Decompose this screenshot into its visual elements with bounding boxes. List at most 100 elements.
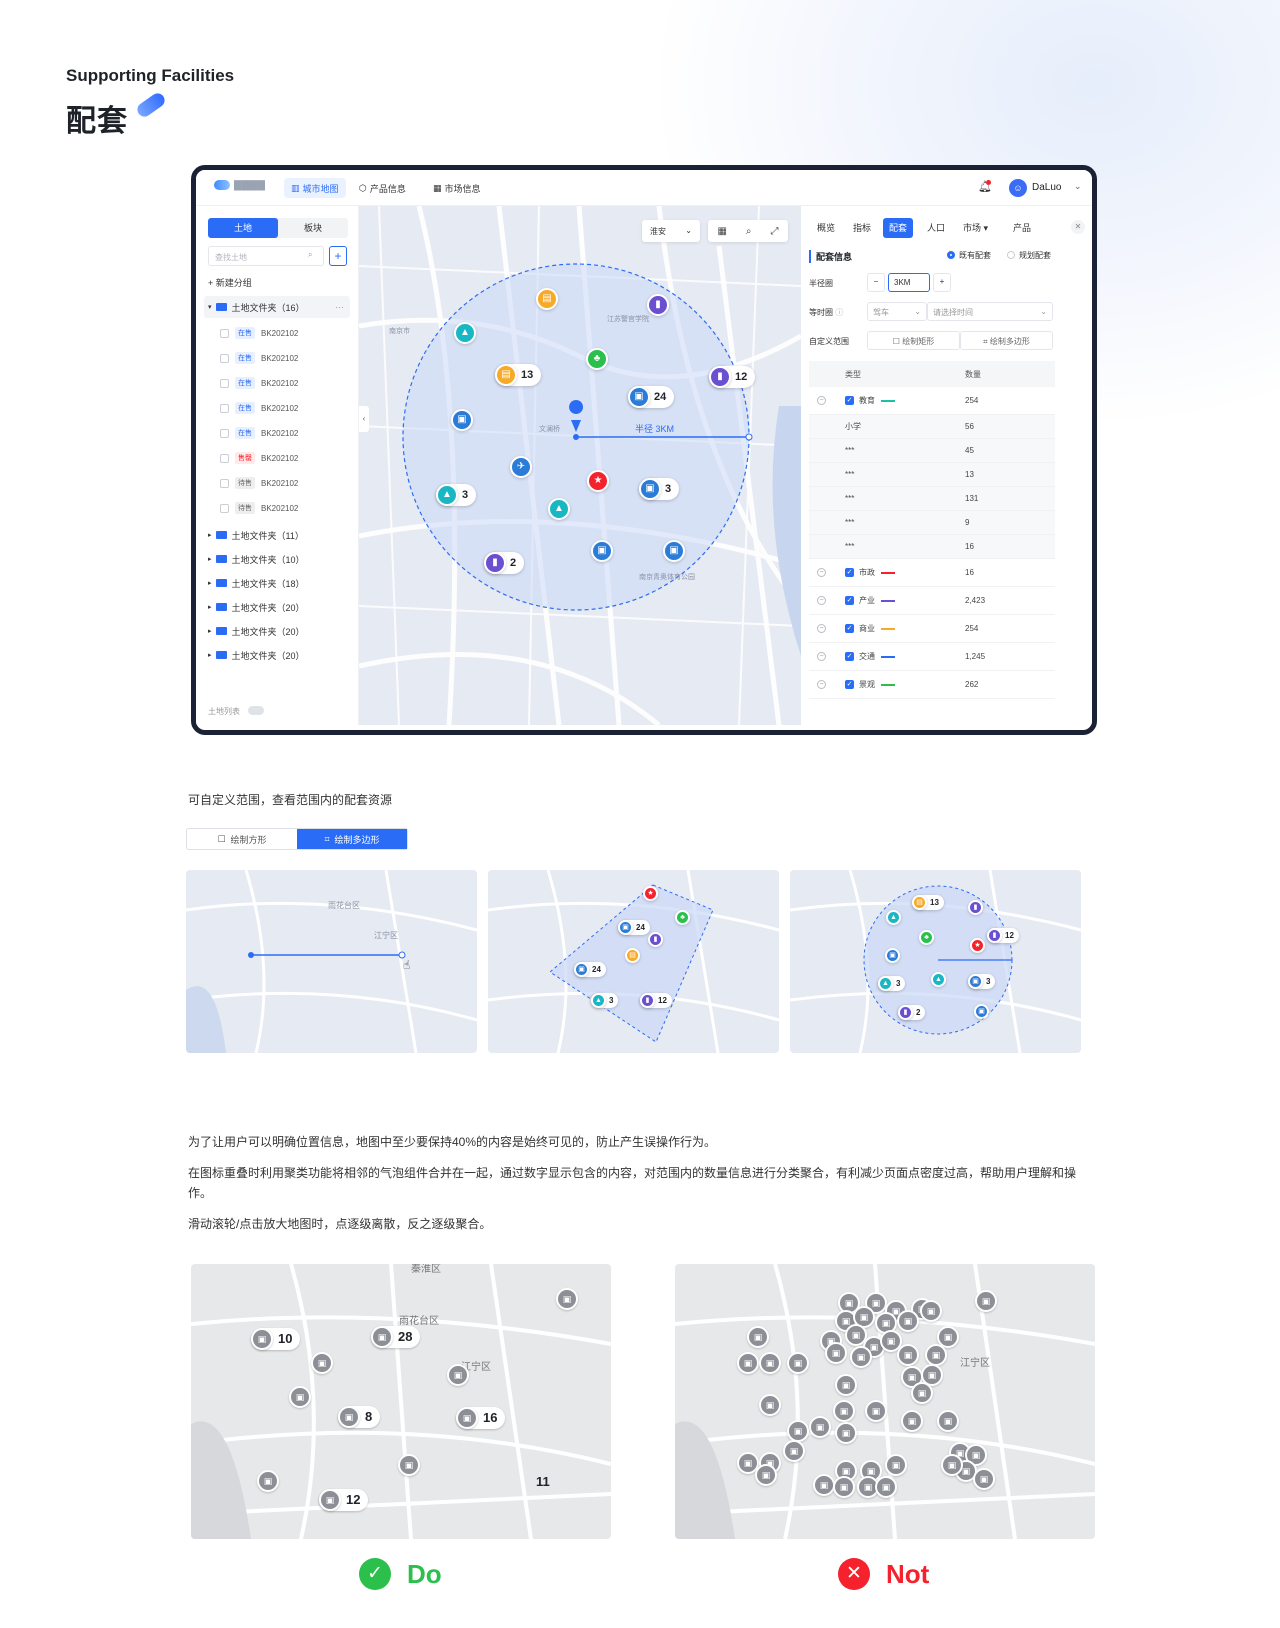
bus-marker[interactable]: ▣: [591, 540, 613, 562]
bus-marker[interactable]: ▣: [835, 1374, 857, 1396]
bus-marker[interactable]: ▣: [941, 1454, 963, 1476]
bus-marker[interactable]: ▣: [835, 1422, 857, 1444]
bus-marker[interactable]: ▣: [937, 1410, 959, 1432]
radius-input[interactable]: 3KM: [888, 273, 930, 292]
cluster-marker[interactable]: ▣ 3: [639, 478, 680, 500]
collapse-panel-button[interactable]: ‹: [359, 406, 369, 432]
land-record[interactable]: 待售 BK202102: [220, 497, 350, 519]
collapse-icon[interactable]: −: [817, 596, 826, 605]
checkbox[interactable]: [220, 428, 229, 438]
bus-marker[interactable]: ▣: [447, 1364, 469, 1386]
bus-marker[interactable]: ▣: [398, 1454, 420, 1476]
tab-overview[interactable]: 概览: [811, 218, 841, 238]
checkbox[interactable]: [220, 403, 229, 413]
bus-marker[interactable]: ▣: [813, 1474, 835, 1496]
bus-marker[interactable]: ▣: [885, 1454, 907, 1476]
landscape-marker[interactable]: ♣: [586, 348, 608, 370]
bus-marker[interactable]: ▣: [755, 1464, 777, 1486]
checkbox[interactable]: ✓: [845, 596, 854, 605]
cluster-marker[interactable]: ▲ 3: [436, 484, 477, 506]
draw-polygon-button[interactable]: ⌗ 绘制多边形: [297, 829, 407, 849]
collapse-icon[interactable]: −: [817, 568, 826, 577]
bus-marker[interactable]: ▣: [737, 1352, 759, 1374]
table-row[interactable]: − ✓ 商业 254: [809, 615, 1055, 643]
table-row[interactable]: − ✓ 交通 1,245: [809, 643, 1055, 671]
bus-marker[interactable]: ▣: [850, 1346, 872, 1368]
bus-marker[interactable]: ▣: [833, 1476, 855, 1498]
cluster-marker[interactable]: ▮ 2: [484, 552, 525, 574]
search-icon[interactable]: ⌕: [746, 226, 752, 237]
land-record[interactable]: 在售 BK202102: [220, 322, 350, 344]
land-record[interactable]: 在售 BK202102: [220, 422, 350, 444]
folder-collapsed[interactable]: ▸ 土地文件夹（20）: [204, 620, 350, 642]
land-record[interactable]: 在售 BK202102: [220, 347, 350, 369]
tab-product[interactable]: 产品: [1007, 218, 1037, 238]
folder-collapsed[interactable]: ▸ 土地文件夹（18）: [204, 572, 350, 594]
bus-marker[interactable]: ▣: [911, 1382, 933, 1404]
isochrone-mode-select[interactable]: 驾车 ⌄: [867, 302, 927, 321]
collapse-icon[interactable]: −: [817, 396, 826, 405]
layers-icon[interactable]: ▦: [717, 226, 726, 237]
add-button[interactable]: +: [329, 246, 347, 266]
bus-marker[interactable]: ▣: [875, 1476, 897, 1498]
collapse-icon[interactable]: −: [817, 652, 826, 661]
bus-marker[interactable]: ▣: [311, 1352, 333, 1374]
folder-collapsed[interactable]: ▸ 土地文件夹（11）: [204, 524, 350, 546]
checkbox[interactable]: [220, 453, 229, 463]
table-row[interactable]: − ✓ 教育 254: [809, 387, 1055, 415]
bus-marker[interactable]: ▣: [865, 1400, 887, 1422]
more-icon[interactable]: ···: [335, 302, 344, 312]
tab-land[interactable]: 土地: [208, 218, 278, 238]
draw-polygon-button[interactable]: ⌗ 绘制多边形: [960, 331, 1053, 350]
cluster-marker[interactable]: ▤ 13: [495, 364, 542, 386]
tab-market[interactable]: 市场 ▾: [957, 218, 994, 238]
bus-marker[interactable]: ▣: [825, 1342, 847, 1364]
nav-product-info[interactable]: ⬡ 产品信息: [352, 178, 413, 198]
cluster-marker[interactable]: ▣ 24: [628, 386, 675, 408]
bus-marker[interactable]: ▣: [833, 1400, 855, 1422]
bus-marker[interactable]: ▣: [451, 409, 473, 431]
collapse-icon[interactable]: −: [817, 624, 826, 633]
nav-market-info[interactable]: ▦ 市场信息: [426, 178, 488, 198]
bus-marker[interactable]: ▣: [663, 540, 685, 562]
land-record[interactable]: 售罄 BK202102: [220, 447, 350, 469]
folder-collapsed[interactable]: ▸ 土地文件夹（20）: [204, 596, 350, 618]
bus-marker[interactable]: ▣: [257, 1470, 279, 1492]
bus-marker[interactable]: ▣: [809, 1416, 831, 1438]
checkbox[interactable]: [220, 503, 229, 513]
cluster-marker[interactable]: ▣ 12: [319, 1489, 369, 1511]
bus-marker[interactable]: ▣: [783, 1440, 805, 1462]
checkbox[interactable]: [220, 378, 229, 388]
nav-city-map[interactable]: ▥ 城市地图: [284, 178, 346, 198]
land-record[interactable]: 在售 BK202102: [220, 372, 350, 394]
bus-marker[interactable]: ▣: [289, 1386, 311, 1408]
checkbox[interactable]: [220, 353, 229, 363]
bus-marker[interactable]: ▣: [901, 1410, 923, 1432]
bus-marker[interactable]: ▣: [925, 1344, 947, 1366]
plane-marker[interactable]: ✈: [510, 456, 532, 478]
education-marker[interactable]: ▲: [454, 322, 476, 344]
cluster-marker[interactable]: ▣ 10: [251, 1328, 301, 1350]
education-marker[interactable]: ▲: [548, 498, 570, 520]
collapse-icon[interactable]: −: [817, 680, 826, 689]
cluster-marker[interactable]: ▮ 12: [709, 366, 756, 388]
bus-marker[interactable]: ▣: [747, 1326, 769, 1348]
checkbox[interactable]: ✓: [845, 680, 854, 689]
draw-square-button[interactable]: ☐ 绘制方形: [187, 829, 297, 849]
checkbox[interactable]: ✓: [845, 652, 854, 661]
map-canvas[interactable]: 半径 3KM 江苏警官学院 南京市 文澜桥 南京青奥体育公园 淮安 ⌄ ▦ ⌕ ⤢ ‹…: [359, 206, 801, 725]
chevron-down-icon[interactable]: ⌄: [1074, 181, 1082, 192]
cluster-marker[interactable]: ▣ 16: [456, 1407, 506, 1429]
land-list-toggle[interactable]: [248, 706, 264, 715]
radius-increase-button[interactable]: +: [933, 273, 951, 292]
cluster-marker[interactable]: ▣ 8: [338, 1406, 381, 1428]
land-record[interactable]: 在售 BK202102: [220, 397, 350, 419]
avatar[interactable]: ☺: [1009, 179, 1027, 197]
tab-indicators[interactable]: 指标: [847, 218, 877, 238]
bus-marker[interactable]: ▣: [973, 1468, 995, 1490]
radius-decrease-button[interactable]: −: [867, 273, 885, 292]
checkbox[interactable]: [220, 328, 229, 338]
bus-marker[interactable]: ▣: [556, 1288, 578, 1310]
cluster-marker[interactable]: ▣ 28: [371, 1326, 421, 1348]
draw-rect-button[interactable]: ☐ 绘制矩形: [867, 331, 960, 350]
